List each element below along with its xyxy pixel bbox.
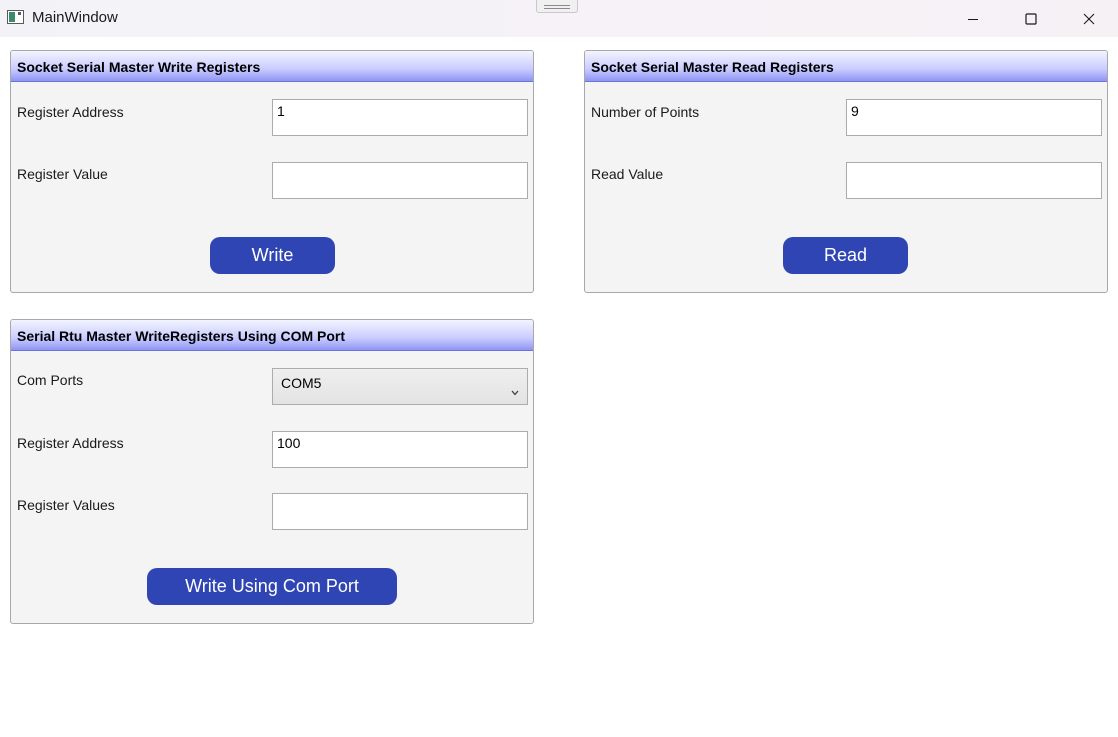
read-button[interactable]: Read — [783, 237, 908, 274]
main-window: MainWindow Socket Serial Master Write Re… — [0, 0, 1118, 737]
register-address-label: Register Address — [17, 104, 124, 120]
register-address-input[interactable]: 100 — [272, 431, 528, 468]
com-ports-dropdown[interactable]: COM5 — [272, 368, 528, 405]
snap-grip-handle[interactable] — [536, 0, 578, 13]
register-value-input[interactable] — [272, 162, 528, 199]
number-of-points-input[interactable]: 9 — [846, 99, 1102, 136]
register-values-input[interactable] — [272, 493, 528, 530]
write-registers-panel: Socket Serial Master Write Registers Reg… — [10, 50, 534, 293]
minimize-button[interactable] — [944, 0, 1002, 37]
read-registers-header: Socket Serial Master Read Registers — [585, 51, 1107, 82]
read-value-input[interactable] — [846, 162, 1102, 199]
com-ports-selected: COM5 — [281, 375, 322, 391]
number-of-points-label: Number of Points — [591, 104, 700, 120]
register-value-label: Register Value — [17, 166, 108, 182]
panel-title: Socket Serial Master Write Registers — [17, 59, 261, 75]
window-title: MainWindow — [32, 9, 118, 26]
maximize-icon — [1025, 12, 1037, 25]
com-ports-label: Com Ports — [17, 372, 84, 388]
register-address-input[interactable]: 1 — [272, 99, 528, 136]
chevron-down-icon — [511, 383, 519, 401]
panel-title: Socket Serial Master Read Registers — [591, 59, 834, 75]
register-address-label: Register Address — [17, 435, 124, 451]
read-value-label: Read Value — [591, 166, 664, 182]
close-icon — [1083, 13, 1095, 24]
maximize-button[interactable] — [1002, 0, 1060, 37]
read-registers-panel: Socket Serial Master Read Registers Numb… — [584, 50, 1108, 293]
register-values-label: Register Values — [17, 497, 115, 513]
write-using-com-port-button[interactable]: Write Using Com Port — [147, 568, 397, 605]
window-app-icon — [7, 10, 24, 24]
panel-title: Serial Rtu Master WriteRegisters Using C… — [17, 328, 346, 344]
com-port-panel: Serial Rtu Master WriteRegisters Using C… — [10, 319, 534, 624]
title-bar[interactable]: MainWindow — [0, 0, 1118, 37]
write-registers-header: Socket Serial Master Write Registers — [11, 51, 533, 82]
close-button[interactable] — [1060, 0, 1118, 37]
minimize-icon — [968, 18, 978, 20]
write-button[interactable]: Write — [210, 237, 335, 274]
com-port-header: Serial Rtu Master WriteRegisters Using C… — [11, 320, 533, 351]
